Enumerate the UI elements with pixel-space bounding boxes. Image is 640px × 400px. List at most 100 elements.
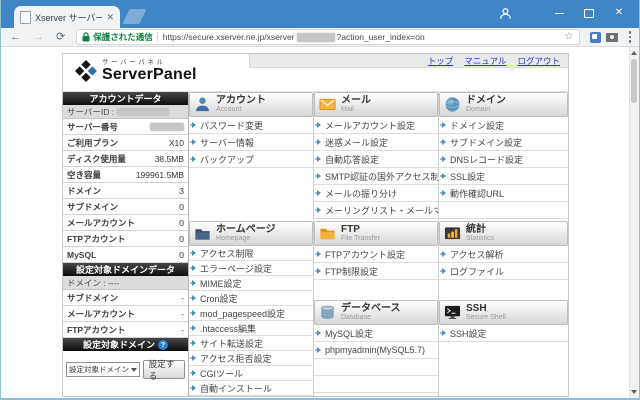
arrow-icon <box>192 295 196 301</box>
sidebar-data-row: 空き容量 199961.5MB <box>63 167 188 183</box>
section-ftp-header: FTP File Transfer <box>314 221 438 246</box>
menu-item[interactable]: SSL設定 <box>439 168 568 185</box>
menu-item[interactable]: サイト転送設定 <box>189 336 313 351</box>
page-scrollbar[interactable] <box>629 47 639 398</box>
apply-button[interactable]: 設定する <box>143 360 185 379</box>
arrow-icon <box>442 139 446 145</box>
back-icon[interactable]: ← <box>4 32 27 43</box>
new-tab-button[interactable] <box>122 9 146 24</box>
scroll-down-icon[interactable] <box>631 390 637 394</box>
account-data-rows: サーバー番号 ご利用プラン X10 ディスク使用量 38.5MB <box>63 119 188 263</box>
screenshot-extension-icon[interactable] <box>606 33 618 42</box>
menu-item[interactable]: phpmyadmin(MySQL5.7) <box>314 342 438 359</box>
arrow-icon <box>317 122 321 128</box>
arrow-icon <box>442 173 446 179</box>
arrow-icon <box>317 207 321 213</box>
menu-item[interactable]: mod_pagespeed設定 <box>189 306 313 321</box>
header-nav: トップ マニュアル ログアウト <box>249 54 568 68</box>
scroll-up-icon[interactable] <box>631 51 637 55</box>
menu-item[interactable]: エラーページ設定 <box>189 261 313 276</box>
sidebar-data-row: MySQL 0 <box>63 247 188 263</box>
menu-item[interactable]: Cron設定 <box>189 291 313 306</box>
menu-item[interactable]: 迷惑メール設定 <box>314 134 438 151</box>
maximize-button[interactable] <box>574 0 604 26</box>
arrow-icon <box>317 139 321 145</box>
logo-title: ServerPanel <box>102 67 197 83</box>
reload-icon[interactable]: ⟳ <box>50 32 71 43</box>
minimize-button[interactable] <box>544 0 574 26</box>
section-account-header: アカウント Account <box>189 92 313 117</box>
arrow-icon <box>317 268 321 274</box>
arrow-icon <box>192 280 196 286</box>
menu-item[interactable]: アクセス解析 <box>439 246 568 263</box>
section-stats-header: 統計 Statistics <box>439 221 568 246</box>
arrow-icon <box>192 310 196 316</box>
tab-close-icon[interactable]: ✕ <box>106 13 114 22</box>
nav-logout-link[interactable]: ログアウト <box>517 55 560 67</box>
section-domain-header: ドメイン Domain <box>439 92 568 117</box>
arrow-icon <box>192 250 196 256</box>
menu-item[interactable]: アクセス制限 <box>189 246 313 261</box>
server-panel-page: サーバーパネル ServerPanel トップ マニュアル ログアウト アカウン… <box>62 53 569 397</box>
arrow-icon <box>317 251 321 257</box>
menu-item[interactable]: メールアカウント設定 <box>314 117 438 134</box>
browser-toolbar: ← → ⟳ 保護された通信 https://secure.xserver.ne.… <box>0 28 640 47</box>
menu-item[interactable]: バックアップ <box>189 151 313 168</box>
menu-column-2: メール Mail メールアカウント設定 迷惑メール設定 <box>314 92 439 397</box>
sidebar-data-row: サブドメイン 0 <box>63 199 188 215</box>
sidebar-data-row: ドメイン 3 <box>63 183 188 199</box>
forward-icon: → <box>27 32 50 43</box>
arrow-icon <box>317 173 321 179</box>
arrow-icon <box>442 156 446 162</box>
menu-item[interactable]: メーリングリスト・メールマガジン <box>314 202 438 219</box>
address-bar[interactable]: 保護された通信 https://secure.xserver.ne.jp/xse… <box>76 29 579 45</box>
browser-tab[interactable]: Xserver サーバーパネル ✕ <box>14 6 120 28</box>
scrollbar-thumb[interactable] <box>631 59 637 103</box>
menu-item[interactable]: 自動インストール <box>189 381 313 396</box>
menu-item[interactable]: Webフォント設定 <box>189 396 313 397</box>
menu-item[interactable]: CGIツール <box>189 366 313 381</box>
menu-item[interactable]: ドメイン設定 <box>439 117 568 134</box>
arrow-icon <box>442 122 446 128</box>
menu-item[interactable]: サブドメイン設定 <box>439 134 568 151</box>
target-domain-select-header: 設定対象ドメイン ? <box>63 338 188 351</box>
bookmark-star-icon[interactable]: ☆ <box>565 32 574 42</box>
menu-item[interactable]: 動作確認URL <box>439 185 568 202</box>
menu-item[interactable]: SMTP認証の国外アクセス制限設定 <box>314 168 438 185</box>
nav-manual-link[interactable]: マニュアル <box>464 55 506 67</box>
server-id-row: サーバーID : <box>63 105 188 119</box>
ftp-icon <box>319 225 336 242</box>
menu-item[interactable]: DNSレコード設定 <box>439 151 568 168</box>
close-button[interactable]: ✕ <box>604 0 634 26</box>
arrow-icon <box>317 156 321 162</box>
menu-item[interactable]: メールの振り分け <box>314 185 438 202</box>
masked-value <box>150 123 184 131</box>
target-domain-data-header: 設定対象ドメインデータ <box>63 263 188 276</box>
menu-item[interactable]: 自動応答設定 <box>314 151 438 168</box>
menu-item[interactable]: MySQL設定 <box>314 325 438 342</box>
menu-item[interactable]: MIME設定 <box>189 276 313 291</box>
mail-icon <box>319 96 336 113</box>
menu-item[interactable]: FTPアカウント設定 <box>314 246 438 263</box>
section-mail-header: メール Mail <box>314 92 438 117</box>
section-ssh-header: SSH Secure Shell <box>439 300 568 325</box>
menu-item[interactable]: SSH設定 <box>439 325 568 342</box>
target-domain-select[interactable]: 設定対象ドメイン未選択 <box>66 362 140 377</box>
menu-item[interactable]: .htaccess編集 <box>189 321 313 336</box>
section-homepage-header: ホームページ Homepage <box>189 221 313 246</box>
menu-column-1: アカウント Account パスワード変更 サーバー情報 <box>189 92 314 397</box>
help-icon[interactable]: ? <box>158 340 168 350</box>
menu-item[interactable]: パスワード変更 <box>189 117 313 134</box>
arrow-icon <box>317 347 321 353</box>
menu-item[interactable]: サーバー情報 <box>189 134 313 151</box>
menu-item[interactable]: アクセス拒否設定 <box>189 351 313 366</box>
tab-title: Xserver サーバーパネル <box>35 11 102 24</box>
nav-top-link[interactable]: トップ <box>428 55 454 67</box>
extension-icon[interactable] <box>590 32 601 43</box>
empty-row <box>314 376 438 393</box>
browser-titlebar: Xserver サーバーパネル ✕ ✕ <box>0 0 640 28</box>
chrome-menu-icon[interactable] <box>624 31 637 43</box>
profile-icon[interactable] <box>490 0 520 26</box>
menu-item[interactable]: FTP制限設定 <box>314 263 438 280</box>
menu-item[interactable]: ログファイル <box>439 263 568 280</box>
